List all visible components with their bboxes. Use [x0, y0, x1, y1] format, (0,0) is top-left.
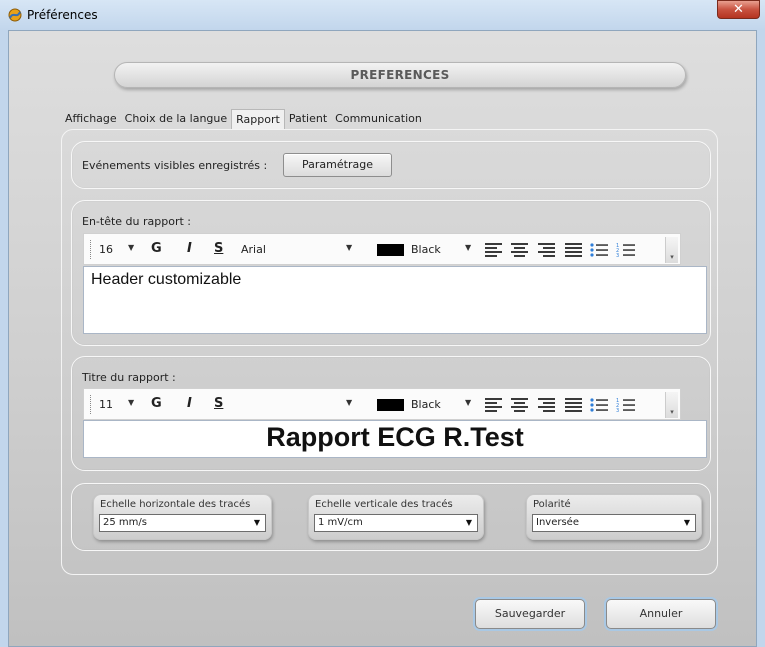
bold-button[interactable]: G [151, 241, 162, 256]
font-family-select[interactable]: Arial [241, 243, 266, 256]
report-title-text: Rapport ECG R.Test [266, 422, 524, 452]
report-title-label: Titre du rapport : [82, 371, 176, 384]
report-header-text: Header customizable [91, 271, 242, 288]
bullet-list-icon[interactable] [589, 242, 609, 258]
numbered-list-icon[interactable]: 1 2 3 [616, 397, 636, 413]
tab-affichage[interactable]: Affichage [61, 109, 121, 128]
font-size-select[interactable]: 11 [99, 398, 113, 411]
chevron-down-icon: ▼ [465, 518, 472, 527]
align-justify-icon[interactable] [565, 398, 582, 412]
vertical-scale-value: 1 mV/cm [318, 517, 363, 528]
preferences-window: Préférences ✕ PREFERENCES Affichage Choi… [0, 0, 765, 647]
chevron-down-icon[interactable]: ▼ [128, 398, 134, 407]
cancel-button[interactable]: Annuler [606, 599, 716, 629]
underline-button[interactable]: S [214, 241, 223, 256]
report-header-group: En-tête du rapport : 16 ▼ G I S Arial ▼ … [71, 200, 711, 346]
svg-text:3: 3 [616, 253, 619, 258]
align-right-icon[interactable] [538, 398, 555, 412]
numbered-list-icon[interactable]: 1 2 3 [616, 242, 636, 258]
polarity-group: Polarité Inversée ▼ [526, 494, 702, 540]
chevron-down-icon[interactable]: ▼ [465, 398, 471, 407]
dialog-body: PREFERENCES Affichage Choix de la langue… [8, 30, 757, 647]
report-title-editor[interactable]: Rapport ECG R.Test [83, 420, 707, 458]
tab-communication[interactable]: Communication [331, 109, 426, 128]
polarity-select[interactable]: Inversée ▼ [532, 514, 696, 532]
align-center-icon[interactable] [511, 243, 528, 257]
parametrage-button[interactable]: Paramétrage [283, 153, 392, 177]
bullet-list-icon[interactable] [589, 397, 609, 413]
color-swatch [377, 399, 404, 411]
save-button[interactable]: Sauvegarder [475, 599, 585, 629]
polarity-value: Inversée [536, 517, 579, 528]
page-title: PREFERENCES [114, 62, 686, 88]
vertical-scale-group: Echelle verticale des tracés 1 mV/cm ▼ [308, 494, 484, 540]
underline-button[interactable]: S [214, 396, 223, 411]
chevron-down-icon[interactable]: ▼ [128, 243, 134, 252]
align-center-icon[interactable] [511, 398, 528, 412]
horizontal-scale-select[interactable]: 25 mm/s ▼ [99, 514, 266, 532]
vertical-scale-select[interactable]: 1 mV/cm ▼ [314, 514, 478, 532]
horizontal-scale-value: 25 mm/s [103, 517, 147, 528]
report-header-editor[interactable]: Header customizable [83, 266, 707, 334]
title-bar: Préférences ✕ [0, 0, 765, 30]
tab-patient[interactable]: Patient [285, 109, 331, 128]
color-swatch [377, 244, 404, 256]
events-group: Evénements visibles enregistrés : Paramé… [71, 141, 711, 189]
align-right-icon[interactable] [538, 243, 555, 257]
toolbar-grip[interactable] [90, 240, 91, 259]
window-title: Préférences [27, 8, 98, 22]
align-justify-icon[interactable] [565, 243, 582, 257]
trace-settings-group: Echelle horizontale des tracés 25 mm/s ▼… [71, 483, 711, 551]
report-title-group: Titre du rapport : 11 ▼ G I S ▼ Black ▼ [71, 356, 711, 471]
color-select[interactable]: Black [411, 398, 441, 411]
svg-text:3: 3 [616, 408, 619, 413]
close-button[interactable]: ✕ [717, 0, 760, 19]
chevron-down-icon[interactable]: ▼ [346, 243, 352, 252]
toolbar-overflow-button[interactable]: ▾ [665, 392, 678, 418]
italic-button[interactable]: I [187, 241, 192, 256]
chevron-down-icon[interactable]: ▼ [346, 398, 352, 407]
header-format-toolbar: 16 ▼ G I S Arial ▼ Black ▼ 1 2 3 ▾ [83, 233, 681, 265]
close-icon: ✕ [733, 2, 744, 17]
chevron-down-icon[interactable]: ▼ [465, 243, 471, 252]
color-select[interactable]: Black [411, 243, 441, 256]
polarity-label: Polarité [533, 499, 571, 510]
horizontal-scale-group: Echelle horizontale des tracés 25 mm/s ▼ [93, 494, 272, 540]
toolbar-grip[interactable] [90, 395, 91, 414]
toolbar-overflow-button[interactable]: ▾ [665, 237, 678, 263]
app-icon [8, 8, 22, 22]
align-left-icon[interactable] [485, 398, 502, 412]
italic-button[interactable]: I [187, 396, 192, 411]
font-size-select[interactable]: 16 [99, 243, 113, 256]
report-header-label: En-tête du rapport : [82, 215, 191, 228]
chevron-down-icon: ▼ [253, 518, 260, 527]
title-format-toolbar: 11 ▼ G I S ▼ Black ▼ 1 2 3 ▾ [83, 388, 681, 420]
horizontal-scale-label: Echelle horizontale des tracés [100, 499, 251, 510]
chevron-down-icon: ▼ [683, 518, 690, 527]
bold-button[interactable]: G [151, 396, 162, 411]
tab-choix-langue[interactable]: Choix de la langue [121, 109, 231, 128]
rapport-panel: Evénements visibles enregistrés : Paramé… [61, 129, 718, 575]
events-label: Evénements visibles enregistrés : [82, 159, 268, 172]
tab-bar: Affichage Choix de la langue Rapport Pat… [61, 109, 426, 129]
vertical-scale-label: Echelle verticale des tracés [315, 499, 453, 510]
align-left-icon[interactable] [485, 243, 502, 257]
tab-rapport[interactable]: Rapport [231, 109, 285, 129]
